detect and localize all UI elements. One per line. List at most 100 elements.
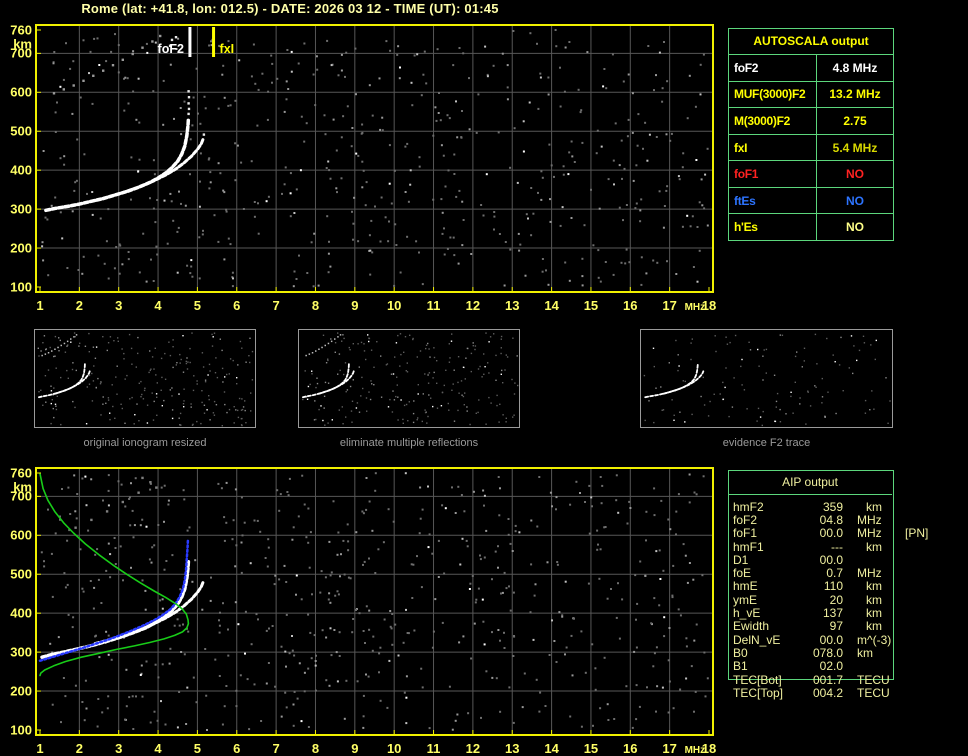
series-X-trace: [93, 137, 205, 203]
autoscala-param-value: NO: [816, 187, 893, 214]
aip-param-unit: km: [866, 606, 882, 621]
aip-param-unit: km: [866, 579, 882, 594]
thumbnail-caption: evidence F2 trace: [722, 437, 811, 449]
autoscala-row-fxi: fxI 5.4 MHz: [729, 134, 893, 162]
aip-param-unit: km: [857, 645, 873, 660]
aip-param-value: 00.0: [819, 552, 843, 567]
y-tick-400: 400: [10, 162, 32, 178]
autoscala-header: AUTOSCALA output: [729, 29, 893, 55]
x-tick-14: 14: [544, 741, 559, 756]
x-tick-9: 9: [351, 298, 359, 313]
aip-param-value: 00.0: [819, 526, 843, 541]
autoscala-param-value: 4.8 MHz: [816, 55, 893, 81]
series-model-trace: [38, 537, 190, 662]
aip-param-unit: MHz: [857, 566, 882, 581]
aip-param-unit: km: [866, 592, 882, 607]
aip-param-label: foE: [733, 566, 752, 581]
x-tick-6: 6: [233, 298, 241, 313]
y-tick-760: 760: [10, 22, 32, 38]
aip-param-unit: MHz: [857, 512, 882, 527]
aip-param-flag: [PN]: [905, 526, 929, 541]
aip-row-tecbot: TEC[Bot] 001.7 TECU: [733, 672, 965, 687]
x-tick-4: 4: [154, 298, 162, 313]
autoscala-row-fof2: foF2 4.8 MHz: [729, 55, 893, 82]
aip-param-unit: m^(-3): [857, 632, 892, 647]
noise-speckle: [643, 333, 891, 427]
autoscala-row-fof1: foF1 NO: [729, 161, 893, 188]
aip-param-value: 0.7: [826, 566, 843, 581]
x-tick-11: 11: [426, 298, 441, 313]
aip-param-label: TEC[Bot]: [733, 672, 782, 687]
autoscala-param-label: ftEs: [734, 193, 756, 208]
y-tick-500: 500: [10, 123, 32, 139]
autoscala-output-panel: AUTOSCALA output foF2 4.8 MHz MUF(3000)F2 1…: [728, 28, 894, 241]
aip-row-delnve: DelN_vE 00.0 m^(-3): [733, 632, 965, 647]
aip-output-rows: hmF2 359 km foF2 04.8 MHz foF1 00.0 MHz [PN] hmF1 -…: [733, 499, 965, 700]
thumbnail-original-ionogram: [34, 329, 256, 428]
autoscala-row-muf3000f2: MUF(3000)F2 13.2 MHz: [729, 81, 893, 109]
autoscala-param-label: MUF(3000)F2: [734, 87, 806, 102]
aip-row-ewidth: Ewidth 97 km: [733, 619, 965, 634]
series-O-trace: [40, 560, 191, 659]
y-tick-200: 200: [10, 683, 32, 699]
x-tick-14: 14: [544, 298, 559, 313]
x-tick-2: 2: [75, 741, 83, 756]
thumb-1-canvas: [302, 332, 519, 426]
autoscala-param-value: 5.4 MHz: [816, 134, 893, 161]
aip-row-b1: B1 02.0: [733, 659, 965, 673]
aip-param-value: 359: [822, 499, 843, 514]
thumbnail-caption: original ionogram resized: [83, 437, 207, 449]
noise-speckle: [302, 332, 519, 426]
aip-row-hme: hmE 110 km: [733, 579, 965, 594]
x-tick-2: 2: [75, 298, 83, 313]
autoscala-param-label: fxI: [734, 140, 748, 155]
grid-lines: [37, 469, 712, 734]
autoscala-param-value: 2.75: [816, 108, 893, 134]
aip-param-unit: MHz: [857, 526, 882, 541]
aip-row-d1: D1 00.0: [733, 552, 965, 567]
aip-param-label: hmF1: [733, 539, 764, 554]
series-second-hop-echo: [74, 476, 158, 529]
aip-row-hve: h_vE 137 km: [733, 606, 965, 621]
aip-param-label: D1: [733, 552, 749, 567]
aip-param-label: foF1: [733, 526, 758, 541]
x-tick-3: 3: [115, 298, 123, 313]
y-tick-760: 760: [10, 465, 32, 481]
x-axis-unit: MHz: [684, 302, 706, 313]
thumb-0-canvas: [37, 332, 254, 427]
station-title: Rome (lat: +41.8, lon: 012.5) - DATE: 20…: [81, 1, 499, 16]
aip-param-value: 04.8: [819, 512, 843, 527]
x-tick-6: 6: [233, 741, 241, 756]
aip-param-value: 00.0: [819, 632, 843, 647]
autoscala-param-value: NO: [816, 161, 893, 187]
autoscala-param-label: M(3000)F2: [734, 113, 790, 128]
aip-param-value: ---: [831, 539, 843, 554]
x-tick-8: 8: [311, 298, 320, 313]
aip-row-foe: foE 0.7 MHz: [733, 566, 965, 581]
y-tick-200: 200: [10, 240, 32, 256]
aip-param-label: ymE: [733, 592, 757, 607]
y-tick-700: 700: [10, 488, 32, 504]
aip-param-label: TEC[Top]: [733, 685, 784, 700]
x-tick-3: 3: [115, 741, 123, 756]
x-tick-7: 7: [272, 298, 280, 313]
y-tick-400: 400: [10, 605, 32, 621]
y-tick-100: 100: [10, 279, 32, 295]
x-tick-15: 15: [583, 741, 599, 756]
aip-profile-plot: [35, 467, 714, 736]
x-tick-13: 13: [505, 741, 520, 756]
aip-param-label: DelN_vE: [733, 632, 781, 647]
aip-param-value: 004.2: [812, 685, 843, 700]
aip-row-yme: ymE 20 km: [733, 592, 965, 607]
marker-label-foF2: foF2: [158, 42, 184, 56]
x-tick-12: 12: [465, 741, 481, 756]
thumb-2-canvas: [643, 333, 891, 427]
x-tick-1: 1: [36, 741, 44, 756]
aip-param-unit: TECU: [857, 685, 890, 700]
aip-param-unit: km: [866, 619, 882, 634]
scaled-ionogram-plot: foF2 fxI: [35, 24, 714, 293]
series-second-hop-echo: [52, 34, 162, 95]
x-tick-8: 8: [311, 741, 320, 756]
aip-row-tectop: TEC[Top] 004.2 TECU: [733, 685, 965, 700]
aip-param-value: 078.0: [812, 645, 843, 660]
